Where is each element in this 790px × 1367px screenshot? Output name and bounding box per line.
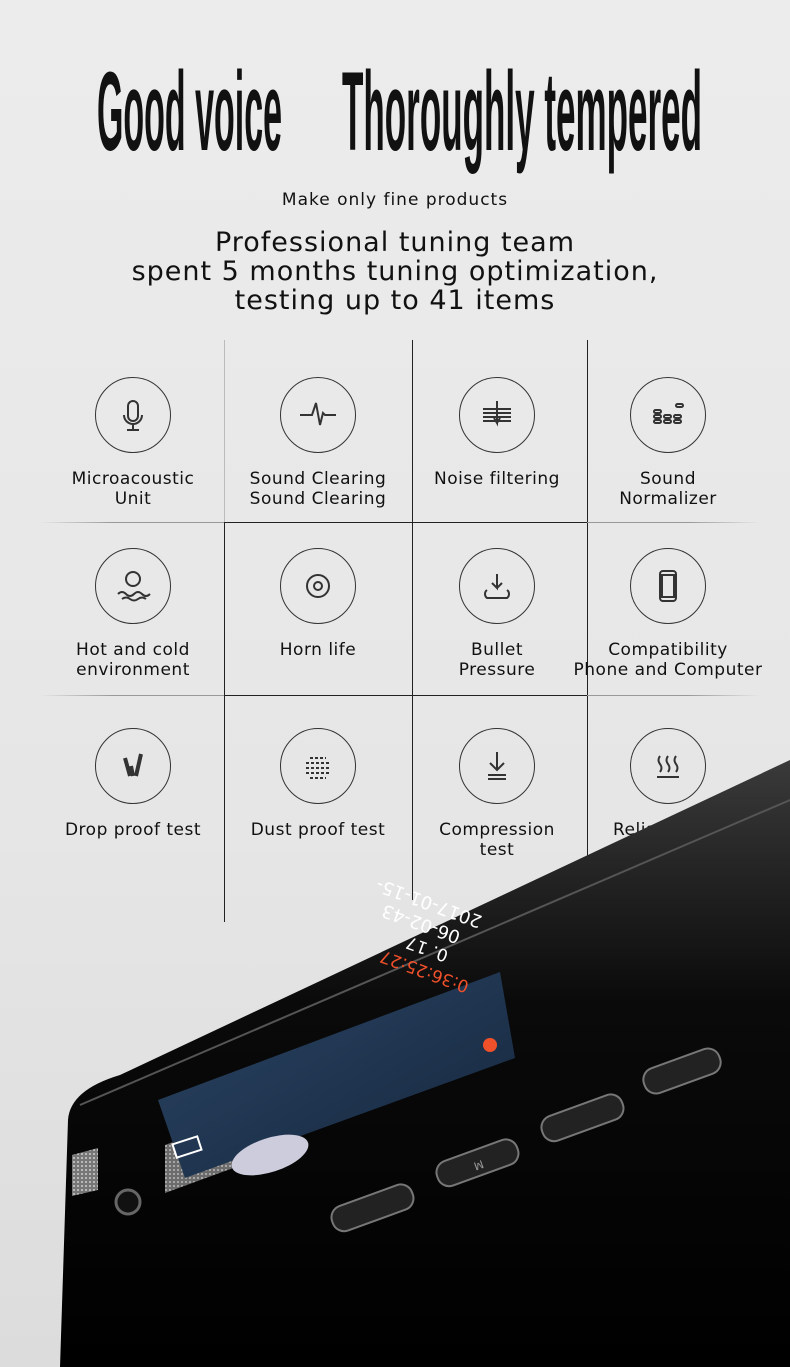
feature-label-line: Horn life	[279, 640, 357, 660]
feature-label-line: Sound Clearing	[249, 489, 387, 509]
feature-label-line: Hot and cold	[76, 640, 190, 660]
temperature-icon	[95, 548, 171, 624]
feature-equalizer: Sound Normalizer	[573, 377, 763, 509]
headline-left: Good voice	[97, 50, 282, 174]
subtitle: Make only fine products	[281, 190, 509, 210]
pressure-icon	[459, 548, 535, 624]
feature-label-line: Sound Clearing	[249, 469, 387, 489]
lead-line: spent 5 months tuning optimization,	[131, 256, 659, 287]
feature-label-line: Phone and Computer	[573, 660, 763, 680]
lead-line: Professional tuning team	[214, 227, 576, 258]
headphone-jack	[114, 1188, 142, 1216]
feature-label: Sound Clearing Sound Clearing	[223, 469, 413, 509]
lead-text: Professional tuning team spent 5 months …	[0, 228, 790, 315]
feature-label: Horn life	[223, 640, 413, 660]
feature-phone: Compatibility Phone and Computer	[573, 548, 763, 680]
feature-waveform: Sound Clearing Sound Clearing	[223, 377, 413, 509]
feature-label: Microacoustic Unit	[38, 469, 228, 509]
equalizer-icon	[630, 377, 706, 453]
feature-label-line: Normalizer	[619, 489, 717, 509]
voice-recorder-device: 0:36:25:27 0. 17 06-02-43 2017-01-15- M	[60, 760, 790, 1367]
grid-divider	[224, 522, 587, 523]
speaker-icon	[280, 548, 356, 624]
feature-label: Hot and cold environment	[38, 640, 228, 680]
phone-icon	[630, 548, 706, 624]
waveform-icon	[280, 377, 356, 453]
feature-label-line: Bullet	[470, 640, 523, 660]
feature-label-line: Microacoustic	[71, 469, 195, 489]
headline-right: Thoroughly tempered	[342, 50, 702, 174]
grid-divider	[224, 695, 587, 696]
filter-icon	[459, 377, 535, 453]
feature-filter: Noise filtering	[402, 377, 592, 489]
feature-label-line: Pressure	[458, 660, 536, 680]
feature-temperature: Hot and cold environment	[38, 548, 228, 680]
microphone-icon	[95, 377, 171, 453]
feature-label: Bullet Pressure	[402, 640, 592, 680]
feature-label-line: environment	[76, 660, 190, 680]
feature-speaker: Horn life	[223, 548, 413, 660]
lead-line: testing up to 41 items	[234, 285, 556, 316]
feature-label-line: Noise filtering	[434, 469, 560, 489]
feature-microphone: Microacoustic Unit	[38, 377, 228, 509]
feature-pressure: Bullet Pressure	[402, 548, 592, 680]
speaker-grille-left	[72, 1148, 98, 1196]
feature-label-line: Unit	[114, 489, 152, 509]
feature-label: Sound Normalizer	[573, 469, 763, 509]
feature-label: Noise filtering	[402, 469, 592, 489]
feature-label-line: Compatibility	[608, 640, 728, 660]
headline: Good voice Thoroughly tempered	[97, 50, 702, 174]
record-indicator-icon	[483, 1038, 497, 1052]
feature-label-line: Sound	[639, 469, 697, 489]
feature-label: Compatibility Phone and Computer	[573, 640, 763, 680]
